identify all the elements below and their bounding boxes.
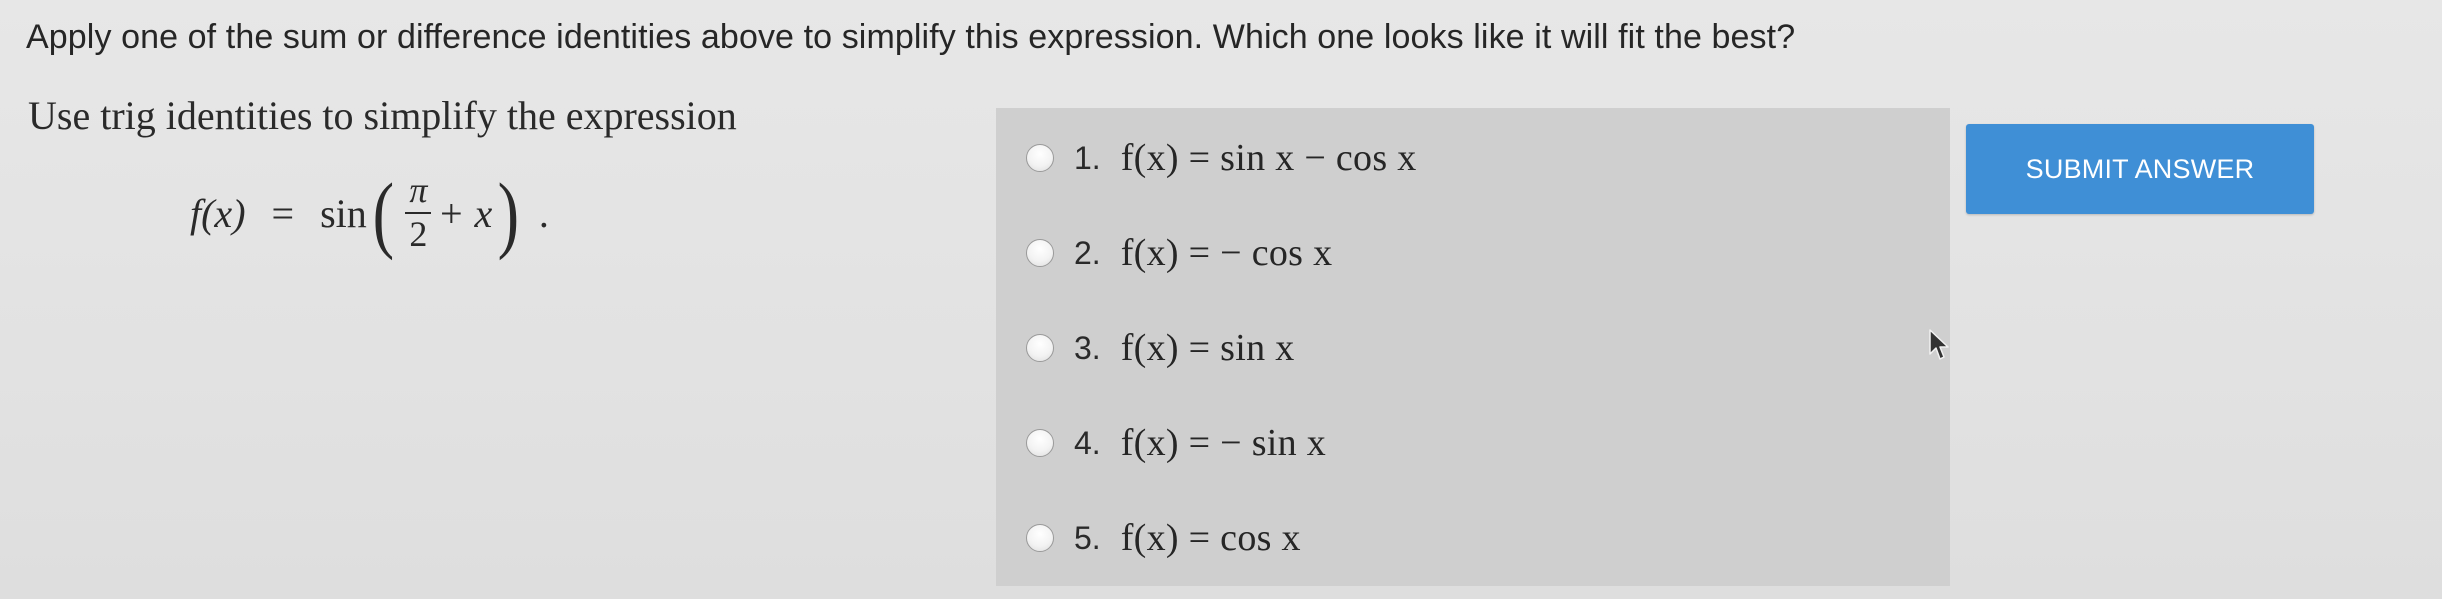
radio-button-icon[interactable] [1026,429,1054,457]
radio-button-icon[interactable] [1026,239,1054,267]
right-paren: ) [497,165,520,261]
choice-expression: f(x) = sin x [1120,327,1295,369]
choice-number: 1. [1074,139,1101,176]
radio-button-icon[interactable] [1026,144,1054,172]
problem-heading: Use trig identities to simplify the expr… [28,93,737,138]
formula-plus-term: + x [437,190,493,236]
answer-choices-panel: 1. f(x) = sin x − cos x 2. f(x) = − cos … [996,108,1950,586]
choice-expression: f(x) = − sin x [1120,422,1327,464]
formula-function: sin [320,190,367,236]
formula-equals: = [271,190,295,236]
formula-fraction: π 2 [405,170,432,254]
choice-2[interactable]: 2. f(x) = − cos x [1026,228,1332,278]
fraction-numerator: π [409,170,428,211]
instruction-text: Apply one of the sum or difference ident… [26,18,1796,56]
radio-button-icon[interactable] [1026,334,1054,362]
choice-number: 5. [1074,519,1101,556]
choice-number: 4. [1074,424,1101,461]
choice-1[interactable]: 1. f(x) = sin x − cos x [1026,133,1417,183]
problem-formula: f(x) = sin ( π 2 + x ) . [190,168,549,258]
radio-button-icon[interactable] [1026,524,1054,552]
choice-expression: f(x) = sin x − cos x [1120,137,1417,179]
choice-4[interactable]: 4. f(x) = − sin x [1026,418,1326,468]
submit-answer-button[interactable]: SUBMIT ANSWER [1966,124,2314,214]
choice-number: 2. [1074,234,1101,271]
choice-expression: f(x) = cos x [1120,517,1301,559]
choice-expression: f(x) = − cos x [1120,232,1333,274]
mouse-pointer-icon [1929,329,1949,360]
choice-3[interactable]: 3. f(x) = sin x [1026,323,1295,373]
formula-period: . [538,190,549,236]
left-paren: ( [372,165,394,261]
fraction-denominator: 2 [409,214,428,254]
formula-lhs: f(x) [190,190,246,236]
choice-number: 3. [1074,329,1101,366]
choice-5[interactable]: 5. f(x) = cos x [1026,513,1301,563]
